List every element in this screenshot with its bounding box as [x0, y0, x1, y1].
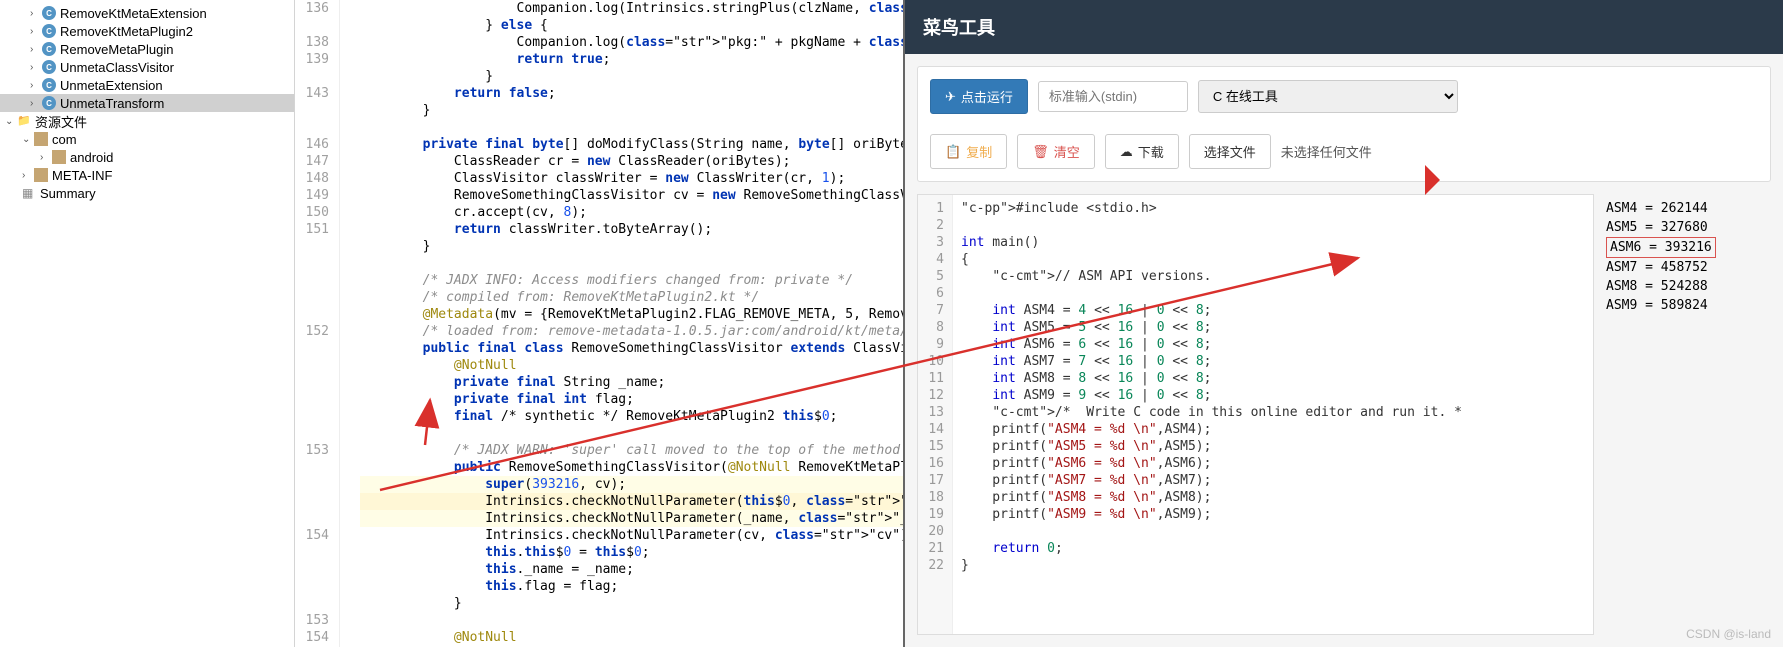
resource-icon: 📁 — [17, 114, 31, 128]
tree-item[interactable]: ›CRemoveMetaPlugin — [0, 40, 294, 58]
output-line: ASM8 = 524288 — [1606, 277, 1771, 296]
online-code[interactable]: "c-pp">#include <stdio.h> int main(){ "c… — [953, 195, 1593, 634]
file-icon: ▦ — [22, 186, 36, 200]
send-icon: ✈ — [945, 89, 956, 105]
class-icon: C — [42, 60, 56, 74]
tree-label: RemoveKtMetaExtension — [60, 6, 207, 21]
run-label: 点击运行 — [961, 87, 1013, 106]
online-gutter: 12345678910111213141516171819202122 — [918, 195, 953, 634]
download-label: 下载 — [1138, 142, 1164, 161]
tree-item[interactable]: ›META-INF — [0, 166, 294, 184]
right-panel: 菜鸟工具 ✈ 点击运行 C 在线工具 📋 复制 🗑 清空 ☁ 下载 选择文件 未选择任何… — [903, 0, 1783, 647]
tree-label: RemoveKtMetaPlugin2 — [60, 24, 193, 39]
tree-item-selected[interactable]: ›CUnmetaTransform — [0, 94, 294, 112]
tree-label: UnmetaClassVisitor — [60, 60, 174, 75]
class-icon: C — [42, 78, 56, 92]
output-line: ASM7 = 458752 — [1606, 258, 1771, 277]
language-select[interactable]: C 在线工具 — [1198, 80, 1458, 113]
sidebar: ›CRemoveKtMetaExtension ›CRemoveKtMetaPl… — [0, 0, 295, 647]
code-editor: 136 138139 143 146147148149150151 152 15… — [295, 0, 903, 647]
tree-label: RemoveMetaPlugin — [60, 42, 173, 57]
gutter: 136 138139 143 146147148149150151 152 15… — [295, 0, 340, 647]
copy-label: 复制 — [966, 142, 992, 161]
tree-item[interactable]: ›CUnmetaClassVisitor — [0, 58, 294, 76]
class-icon: C — [42, 42, 56, 56]
trash-icon: 🗑 — [1032, 144, 1049, 160]
tree-label: android — [70, 150, 113, 165]
download-button[interactable]: ☁ 下载 — [1105, 134, 1179, 169]
clear-button[interactable]: 🗑 清空 — [1017, 134, 1095, 169]
tree-item[interactable]: ›CRemoveKtMetaExtension — [0, 4, 294, 22]
folder-icon — [34, 132, 48, 146]
clear-label: 清空 — [1054, 142, 1080, 161]
tree-item-resources[interactable]: ⌄📁资源文件 — [0, 112, 294, 130]
class-icon: C — [42, 24, 56, 38]
tree-label: Summary — [40, 186, 96, 201]
output-box: ASM4 = 262144ASM5 = 327680ASM6 = 393216A… — [1606, 194, 1771, 635]
class-icon: C — [42, 6, 56, 20]
code-area[interactable]: Companion.log(Intrinsics.stringPlus(clzN… — [340, 0, 903, 647]
folder-icon — [34, 168, 48, 182]
panel-title: 菜鸟工具 — [905, 0, 1783, 54]
stdin-input[interactable] — [1038, 81, 1188, 112]
tree-item[interactable]: ▦ Summary — [0, 184, 294, 202]
online-editor[interactable]: 12345678910111213141516171819202122 "c-p… — [917, 194, 1594, 635]
copy-icon: 📋 — [945, 144, 961, 160]
output-line: ASM9 = 589824 — [1606, 296, 1771, 315]
class-icon: C — [42, 96, 56, 110]
download-icon: ☁ — [1120, 144, 1133, 160]
tree-label: com — [52, 132, 77, 147]
watermark: CSDN @is-land — [1686, 627, 1771, 641]
tree-item[interactable]: ⌄com — [0, 130, 294, 148]
tree-label: UnmetaTransform — [60, 96, 164, 111]
no-file-label: 未选择任何文件 — [1281, 142, 1372, 161]
tree-label: UnmetaExtension — [60, 78, 163, 93]
tree-item[interactable]: ›android — [0, 148, 294, 166]
output-line: ASM4 = 262144 — [1606, 199, 1771, 218]
tree-item[interactable]: ›CRemoveKtMetaPlugin2 — [0, 22, 294, 40]
run-button[interactable]: ✈ 点击运行 — [930, 79, 1028, 114]
output-line: ASM6 = 393216 — [1606, 237, 1716, 258]
copy-button[interactable]: 📋 复制 — [930, 134, 1007, 169]
tree-label: 资源文件 — [35, 112, 87, 131]
folder-icon — [52, 150, 66, 164]
toolbar: ✈ 点击运行 C 在线工具 📋 复制 🗑 清空 ☁ 下载 选择文件 未选择任何文件 — [917, 66, 1771, 182]
output-line: ASM5 = 327680 — [1606, 218, 1771, 237]
choose-file-button[interactable]: 选择文件 — [1189, 134, 1271, 169]
tree-label: META-INF — [52, 168, 112, 183]
tree-item[interactable]: ›CUnmetaExtension — [0, 76, 294, 94]
